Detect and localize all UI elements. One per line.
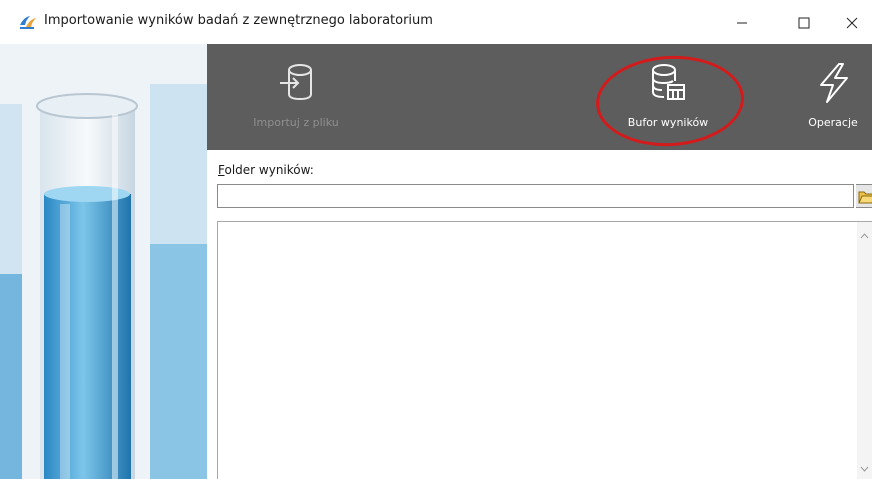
results-list[interactable]: [217, 221, 872, 479]
window-title: Importowanie wyników badań z zewnętrzneg…: [44, 13, 433, 28]
folder-label-text: older wyników:: [224, 163, 314, 177]
maximize-button[interactable]: [784, 8, 824, 38]
results-scrollbar[interactable]: [857, 222, 872, 479]
maximize-icon: [798, 17, 810, 29]
chevron-up-icon: [860, 233, 869, 239]
results-buffer-button[interactable]: Bufor wyników: [613, 44, 723, 150]
chevron-down-icon: [860, 466, 869, 472]
toolbar: Importuj z pliku Bufor wyników Operacje: [207, 44, 872, 150]
folder-open-icon: [858, 191, 872, 204]
database-table-icon: [652, 64, 685, 100]
operations-label: Operacje: [808, 116, 858, 129]
browse-folder-button[interactable]: [856, 184, 872, 208]
folder-path-input[interactable]: [217, 184, 854, 208]
test-tubes-illustration: [0, 44, 207, 479]
close-icon: [846, 17, 858, 29]
close-button[interactable]: [846, 8, 872, 38]
scroll-up-arrow[interactable]: [857, 228, 872, 244]
title-bar: Importowanie wyników badań z zewnętrzneg…: [0, 0, 872, 44]
scroll-down-arrow[interactable]: [857, 461, 872, 477]
results-buffer-label: Bufor wyników: [627, 116, 709, 129]
folder-label: Folder wyników:: [218, 163, 314, 177]
import-from-file-button[interactable]: Importuj z pliku: [241, 44, 351, 150]
minimize-button[interactable]: [722, 8, 762, 38]
operations-button[interactable]: Operacje: [793, 44, 872, 150]
lightning-icon: [820, 63, 848, 103]
test-tubes-image: [0, 44, 207, 479]
database-import-icon: [280, 64, 312, 101]
app-logo-icon: [20, 16, 36, 29]
minimize-icon: [737, 22, 747, 24]
import-from-file-label: Importuj z pliku: [253, 116, 339, 129]
